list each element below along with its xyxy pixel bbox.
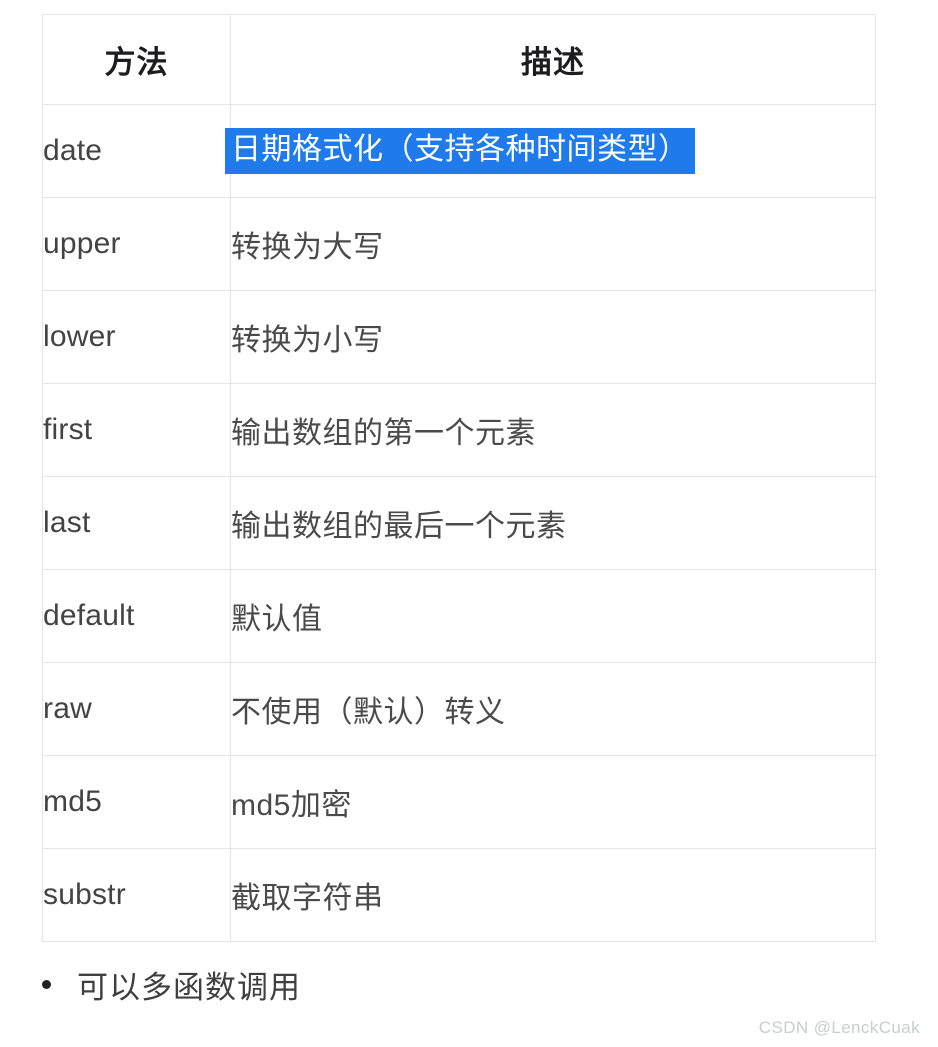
cell-method: upper	[42, 197, 231, 291]
cell-method: date	[42, 104, 231, 198]
selected-text-highlight[interactable]: 日期格式化（支持各种时间类型）	[225, 128, 695, 174]
cell-description: 转换为大写	[230, 197, 876, 291]
cell-method: last	[42, 476, 231, 570]
list-item: 可以多函数调用	[42, 962, 301, 1007]
table-row: last 输出数组的最后一个元素	[42, 476, 876, 570]
table-row: date 日期格式化（支持各种时间类型）	[42, 104, 876, 198]
column-header-method: 方法	[42, 14, 231, 105]
cell-description: 输出数组的最后一个元素	[230, 476, 876, 570]
bullet-point-icon	[42, 980, 51, 989]
cell-description: 输出数组的第一个元素	[230, 383, 876, 477]
cell-description: 日期格式化（支持各种时间类型）	[225, 104, 876, 198]
watermark: CSDN @LenckCuak	[758, 1018, 920, 1037]
table-row: upper 转换为大写	[42, 197, 876, 291]
cell-method: first	[42, 383, 231, 477]
table-row: lower 转换为小写	[42, 290, 876, 384]
table-body: date 日期格式化（支持各种时间类型） upper 转换为大写 lower 转…	[42, 104, 876, 942]
cell-method: lower	[42, 290, 231, 384]
cell-description: 转换为小写	[230, 290, 876, 384]
cell-method: md5	[42, 755, 231, 849]
table-row: default 默认值	[42, 569, 876, 663]
cell-description: 默认值	[230, 569, 876, 663]
table-row: raw 不使用（默认）转义	[42, 662, 876, 756]
cell-description: 截取字符串	[230, 848, 876, 942]
cell-method: substr	[42, 848, 231, 942]
cell-method: default	[42, 569, 231, 663]
table-header-row: 方法 描述	[42, 14, 876, 105]
cell-method: raw	[42, 662, 231, 756]
page-root: 方法 描述 date 日期格式化（支持各种时间类型） upper 转换为大写 l…	[0, 0, 938, 1047]
table-row: substr 截取字符串	[42, 848, 876, 942]
table-header: 方法 描述	[42, 14, 876, 105]
method-reference-table: 方法 描述 date 日期格式化（支持各种时间类型） upper 转换为大写 l…	[42, 14, 876, 942]
column-header-description: 描述	[230, 14, 876, 105]
table-row: first 输出数组的第一个元素	[42, 383, 876, 477]
cell-description: md5加密	[230, 755, 876, 849]
notes-list: 可以多函数调用	[42, 962, 301, 1007]
note-text: 可以多函数调用	[77, 970, 301, 1005]
table-row: md5 md5加密	[42, 755, 876, 849]
cell-description: 不使用（默认）转义	[230, 662, 876, 756]
